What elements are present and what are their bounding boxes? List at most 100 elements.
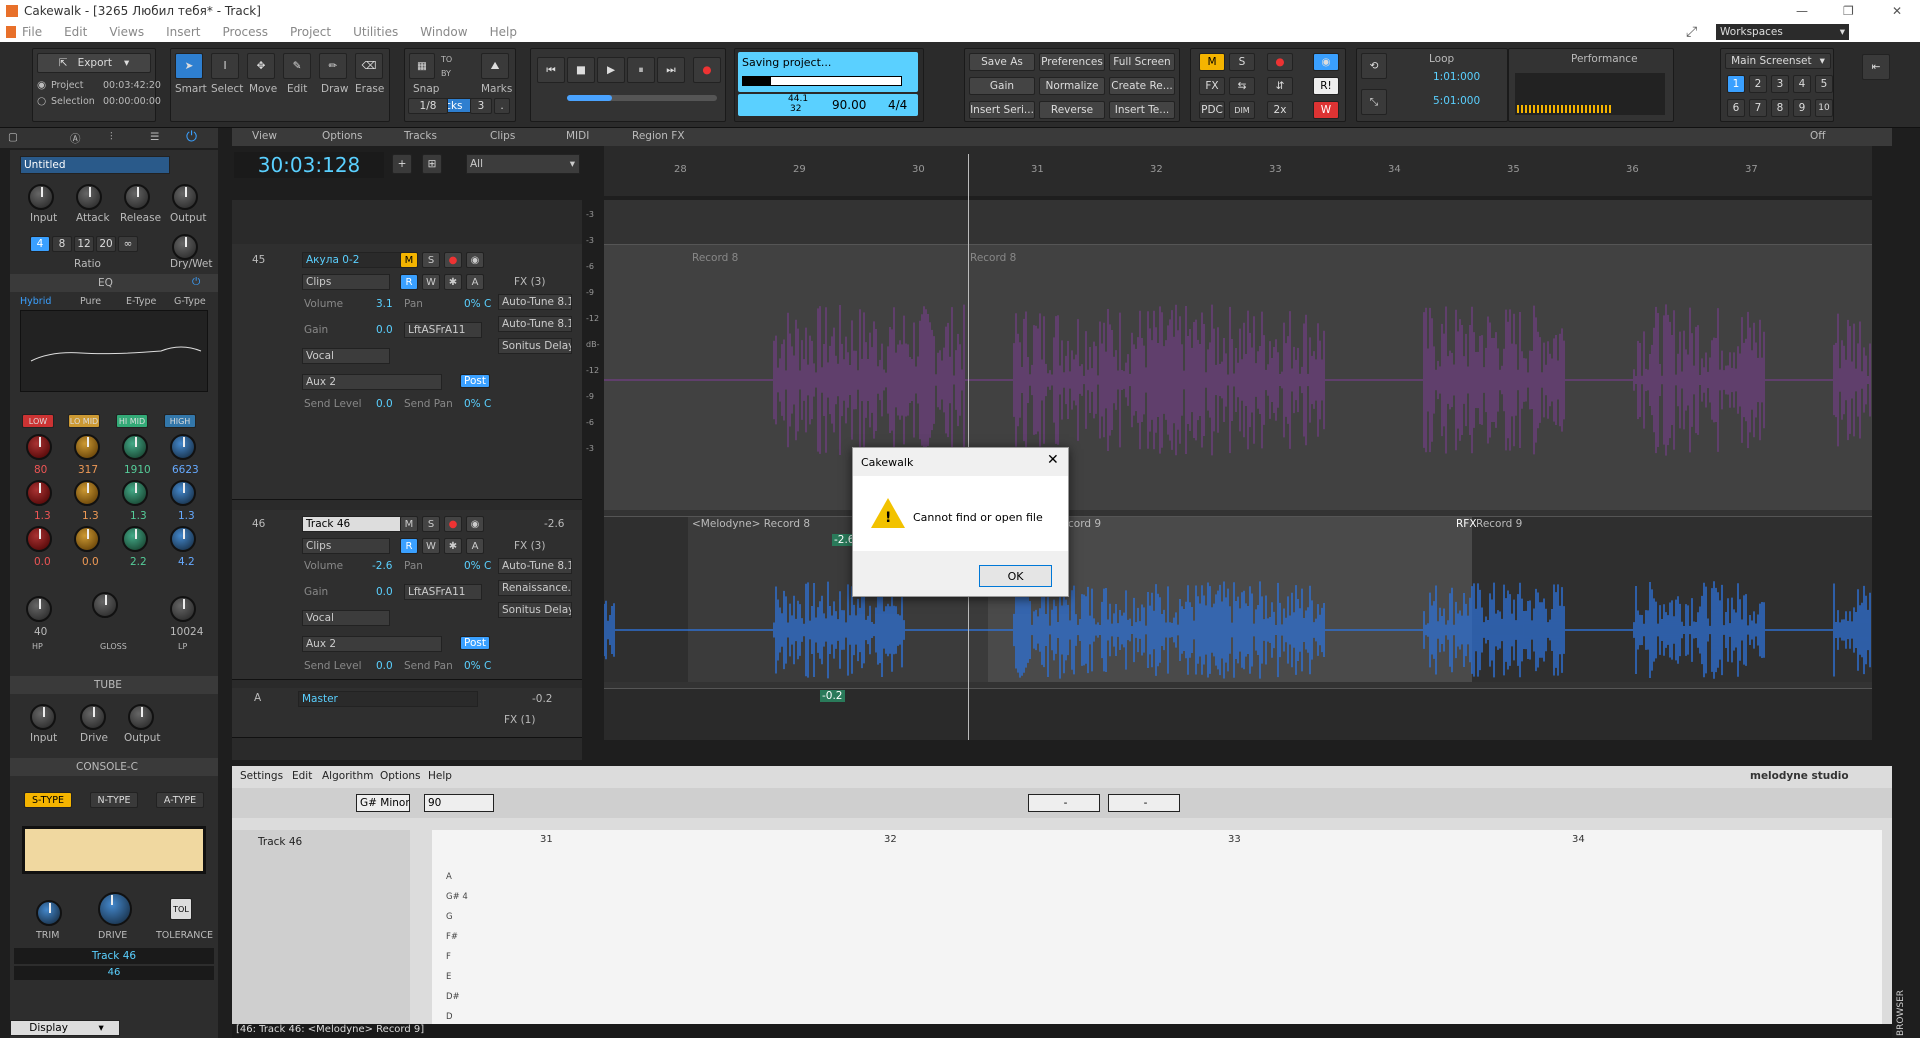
screenset-7[interactable]: 7 xyxy=(1749,99,1767,117)
minimize-button[interactable]: — xyxy=(1796,4,1808,18)
position-slider[interactable] xyxy=(567,95,717,101)
loop-end[interactable]: 5:01:000 xyxy=(1433,95,1480,107)
track-45-fx[interactable]: FX (3) xyxy=(514,276,545,288)
power-icon[interactable]: ⏻ xyxy=(186,129,197,145)
track-45-fx-3[interactable]: Sonitus Delay xyxy=(498,338,572,354)
clip-icon[interactable]: ⫶ xyxy=(110,131,113,144)
screenset-4[interactable]: 4 xyxy=(1793,75,1811,93)
track-46-input[interactable]: LftASFrA11 xyxy=(404,584,482,600)
eq-high-gain-knob[interactable] xyxy=(170,526,196,552)
track-46-volume[interactable]: -2.6 xyxy=(372,560,393,572)
track-45-send[interactable]: Aux 2 xyxy=(302,374,442,390)
track-45-name[interactable]: Акула 0-2 xyxy=(302,252,402,268)
action-gain[interactable]: Gain xyxy=(969,77,1035,95)
snap-resolution[interactable]: 1/8 xyxy=(408,98,448,114)
tempo-field[interactable]: 90 xyxy=(424,794,494,812)
track-46-archive[interactable]: A xyxy=(466,538,484,554)
track-size-icon[interactable]: ⊞ xyxy=(422,154,442,174)
x2-button[interactable]: 2x xyxy=(1267,101,1293,119)
menu-insert[interactable]: Insert xyxy=(166,25,200,39)
track-46-sendpan[interactable]: 0% C xyxy=(464,660,491,672)
screenset-5[interactable]: 5 xyxy=(1815,75,1833,93)
eq-himid-freq-knob[interactable] xyxy=(122,434,148,460)
display-dropdown[interactable]: Display ▾ xyxy=(10,1020,120,1036)
now-time[interactable]: 30:03:128 xyxy=(234,152,384,178)
track-46-post[interactable]: Post xyxy=(460,636,490,650)
tube-input-knob[interactable] xyxy=(30,704,56,730)
action-normalize[interactable]: Normalize xyxy=(1039,77,1105,95)
solo-all-button[interactable]: S xyxy=(1229,53,1255,71)
eq-lomid-freq-knob[interactable] xyxy=(74,434,100,460)
track-menu-midi[interactable]: MIDI xyxy=(566,130,589,142)
action-insert-tempo[interactable]: Insert Te... xyxy=(1109,101,1175,119)
track-46-mute[interactable]: M xyxy=(400,516,418,532)
workspaces-dropdown[interactable]: Workspaces ▾ xyxy=(1716,24,1849,40)
track-46-arm[interactable]: ● xyxy=(444,516,462,532)
prochannel-icon[interactable]: Ⓐ xyxy=(70,131,81,146)
eq-lomid-q-knob[interactable] xyxy=(74,480,100,506)
eq-mode-pure[interactable]: Pure xyxy=(80,296,101,307)
record-icon[interactable]: ● xyxy=(693,57,721,83)
pause-icon[interactable]: ⏸ xyxy=(627,57,655,83)
eq-low-freq-knob[interactable] xyxy=(26,434,52,460)
auto-button[interactable]: ⇵ xyxy=(1267,77,1293,95)
loop-snap-icon[interactable]: ⤡ xyxy=(1361,89,1387,115)
browser-tab[interactable]: BROWSER xyxy=(1896,980,1912,1036)
hp-knob[interactable] xyxy=(26,596,52,622)
track-46-fx-3[interactable]: Sonitus Delay xyxy=(498,602,572,618)
tube-output-knob[interactable] xyxy=(128,704,154,730)
move-tool-icon[interactable]: ✥ xyxy=(247,53,275,79)
track-46-pan[interactable]: 0% C xyxy=(464,560,491,572)
eq-high-freq-knob[interactable] xyxy=(170,434,196,460)
master-lane[interactable] xyxy=(604,688,1872,740)
eq-mode-hybrid[interactable]: Hybrid xyxy=(20,296,51,307)
snap-grid-icon[interactable]: ▦ xyxy=(409,53,435,79)
selection-radio[interactable]: ○ xyxy=(37,95,46,107)
read-button[interactable]: R! xyxy=(1313,77,1339,95)
track-46-clips[interactable]: Clips xyxy=(302,538,390,554)
track-46-category[interactable]: Vocal xyxy=(302,610,390,626)
action-preferences[interactable]: Preferences xyxy=(1039,53,1105,71)
menu-utilities[interactable]: Utilities xyxy=(353,25,398,39)
track-45-archive[interactable]: A xyxy=(466,274,484,290)
ratio-4[interactable]: 4 xyxy=(30,236,50,252)
gloss-knob[interactable] xyxy=(92,592,118,618)
forward-icon[interactable]: ⏭ xyxy=(657,57,685,83)
list-icon[interactable]: ☰ xyxy=(150,131,159,143)
lp-knob[interactable] xyxy=(170,596,196,622)
track-45-read[interactable]: R xyxy=(400,274,418,290)
eq-band-himid[interactable]: HI MID xyxy=(116,414,148,428)
eq-mode-gtype[interactable]: G-Type xyxy=(174,296,206,307)
melodyne-menu-algorithm[interactable]: Algorithm xyxy=(322,770,373,782)
screenset-6[interactable]: 6 xyxy=(1727,99,1745,117)
track-45-solo[interactable]: S xyxy=(422,252,440,268)
eq-low-gain-knob[interactable] xyxy=(26,526,52,552)
menu-views[interactable]: Views xyxy=(109,25,144,39)
arm-all-button[interactable]: ● xyxy=(1267,53,1293,71)
track-45-fx-2[interactable]: Auto-Tune 8.1 xyxy=(498,316,572,332)
track-45-write[interactable]: W xyxy=(422,274,440,290)
smart-tool-icon[interactable]: ➤ xyxy=(175,53,203,79)
track-46-fx[interactable]: FX (3) xyxy=(514,540,545,552)
eq-himid-gain-knob[interactable] xyxy=(122,526,148,552)
marks-icon[interactable]: ⛰ xyxy=(481,53,509,79)
comp-attack-knob[interactable] xyxy=(76,184,102,210)
track-menu-options[interactable]: Options xyxy=(322,130,363,142)
eq-power-icon[interactable]: ⏻ xyxy=(192,276,200,289)
melodyne-menu-settings[interactable]: Settings xyxy=(240,770,283,782)
drywet-knob[interactable] xyxy=(172,234,198,260)
track-46-send[interactable]: Aux 2 xyxy=(302,636,442,652)
track-45-echo[interactable]: ◉ xyxy=(466,252,484,268)
track-45-mute[interactable]: M xyxy=(400,252,418,268)
console-ntype[interactable]: N-TYPE xyxy=(90,792,138,808)
snap-dot[interactable]: . xyxy=(494,98,510,114)
track-45-clips[interactable]: Clips xyxy=(302,274,390,290)
track-45-arm[interactable]: ● xyxy=(444,252,462,268)
eq-band-low[interactable]: LOW xyxy=(22,414,54,428)
loop-start[interactable]: 1:01:000 xyxy=(1433,71,1480,83)
preset-field[interactable]: Untitled xyxy=(20,156,170,174)
snap-by-value[interactable]: 3 xyxy=(470,98,492,114)
eq-himid-q-knob[interactable] xyxy=(122,480,148,506)
melodyne-menu-help[interactable]: Help xyxy=(428,770,452,782)
track-46-fx-2[interactable]: Renaissance... xyxy=(498,580,572,596)
